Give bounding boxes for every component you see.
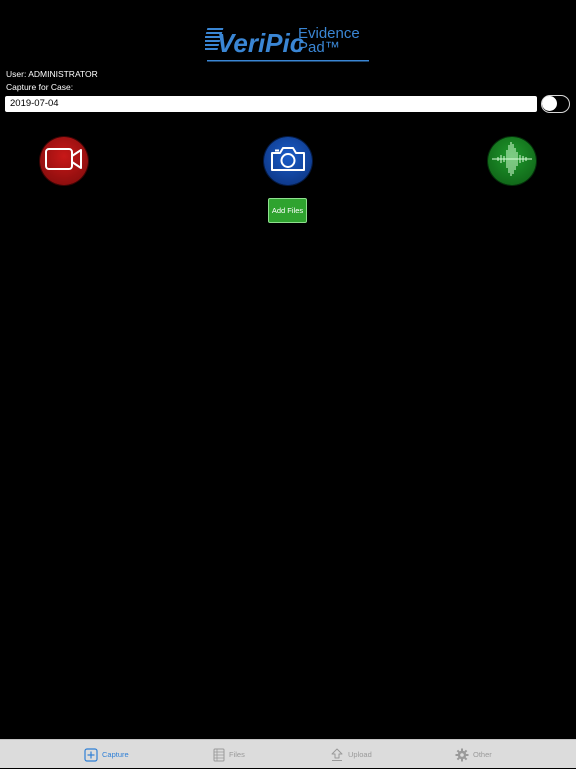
logo-underline <box>207 60 369 62</box>
tab-upload[interactable]: Upload <box>330 740 372 769</box>
files-grid-icon <box>213 748 225 762</box>
logo-brand-text: VeriPic <box>217 28 305 58</box>
gear-icon <box>455 748 469 762</box>
tab-upload-label: Upload <box>348 750 372 759</box>
camera-icon <box>269 145 307 178</box>
tab-other-label: Other <box>473 750 492 759</box>
tab-files[interactable]: Files <box>213 740 245 769</box>
case-input[interactable]: 2019-07-04 <box>5 96 537 112</box>
photo-capture-button[interactable] <box>264 137 312 185</box>
tab-other[interactable]: Other <box>455 740 492 769</box>
case-label: Capture for Case: <box>6 82 74 92</box>
tab-bar: Capture Files Upload Other <box>0 739 576 768</box>
capture-plus-icon <box>84 747 98 762</box>
audio-waveform-icon <box>490 139 534 184</box>
veripic-logo: VeriPic Evidence Pad™ <box>201 22 371 66</box>
audio-capture-button[interactable] <box>488 137 536 185</box>
tab-capture[interactable]: Capture <box>84 740 129 769</box>
video-camera-icon <box>44 146 84 177</box>
video-capture-button[interactable] <box>40 137 88 185</box>
case-toggle[interactable] <box>541 95 570 113</box>
tab-files-label: Files <box>229 750 245 759</box>
user-label: User: ADMINISTRATOR <box>6 69 98 79</box>
add-files-button[interactable]: Add Files <box>268 198 307 223</box>
upload-icon <box>330 748 344 762</box>
logo-line2-text: Pad™ <box>298 39 340 56</box>
tab-capture-label: Capture <box>102 750 129 759</box>
toggle-knob <box>542 96 557 111</box>
